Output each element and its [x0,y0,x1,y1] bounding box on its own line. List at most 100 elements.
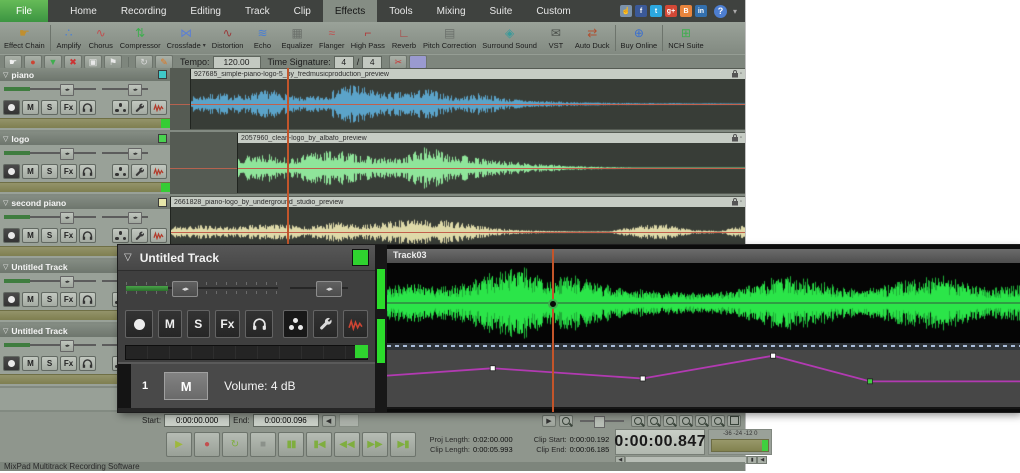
zoom-slider-handle[interactable] [594,415,605,428]
volume-slider-handle[interactable]: ◂▸ [60,340,74,352]
tab-suite[interactable]: Suite [478,0,525,22]
automation-button[interactable] [150,228,167,243]
clip-name-bar[interactable]: Track03 [387,249,1020,263]
auto-duck-button[interactable]: ⇄ Auto Duck [572,22,613,54]
tab-custom[interactable]: Custom [524,0,582,22]
solo-button[interactable]: S [41,228,58,243]
vst-button[interactable]: ✉ VST [540,22,572,54]
automation-line[interactable] [387,354,1020,383]
volume-slider[interactable]: ◂▸ [4,340,96,352]
selection-start-field[interactable]: 0:00:00.000 [164,414,231,427]
collapse-caret-icon[interactable]: ▽ [3,135,8,143]
mute-button[interactable]: M [22,356,39,371]
distortion-button[interactable]: ∿ Distortion [209,22,247,54]
nch-suite-button[interactable]: ⊞ NCH Suite [665,22,706,54]
volume-slider[interactable]: ◂▸ [4,276,96,288]
audio-clip[interactable]: 927685_simple-piano-logo-5_by_fredmusicp… [190,69,745,129]
time-signature-numerator-field[interactable]: 4 [333,55,354,69]
zoom-slider[interactable] [580,415,624,428]
record-arm-button[interactable] [125,310,154,338]
pitch-correction-button[interactable]: ▤ Pitch Correction [420,22,479,54]
flanger-button[interactable]: ≈ Flanger [316,22,348,54]
split-button[interactable]: ✂ [389,55,408,69]
playhead-cursor[interactable] [552,249,554,412]
collapse-caret-icon[interactable]: ▽ [3,71,8,79]
record-arm-button[interactable] [3,292,20,307]
scroll-left-button[interactable]: ◀ [321,414,336,427]
pan-slider[interactable]: ◂▸ [290,281,348,297]
track-settings-button[interactable] [131,100,148,115]
fx-button[interactable]: Fx [214,310,240,338]
volume-slider-handle[interactable]: ◂▸ [60,148,74,160]
mute-button[interactable]: M [158,310,182,338]
monitor-headphones-button[interactable] [79,164,96,179]
fx-button[interactable]: Fx [60,164,77,179]
automation-button[interactable] [150,100,167,115]
record-arm-button[interactable] [3,100,20,115]
collapse-caret-icon[interactable]: ▽ [3,327,8,335]
compressor-button[interactable]: ⇅ Compressor [117,22,164,54]
automation-button[interactable] [150,164,167,179]
zoom-full-button[interactable] [711,414,725,427]
audio-clip[interactable]: 2057960_clean-logo_by_albafo_preview ▫ [237,133,745,193]
track-title-bar[interactable]: ▽ second piano [0,196,170,209]
monitor-headphones-button[interactable] [79,100,96,115]
effect-chain-button[interactable]: ☛ Effect Chain [1,22,48,54]
tab-clip[interactable]: Clip [282,0,323,22]
mute-button[interactable]: M [22,100,39,115]
clip-title-bar[interactable]: 2057960_clean-logo_by_albafo_preview ▫ [238,133,745,143]
zoom-fit-button[interactable] [727,414,741,427]
amplify-button[interactable]: ∴ Amplify [53,22,85,54]
pause-button[interactable]: ▮▮ [278,432,304,457]
mixer-button[interactable] [283,310,309,338]
chorus-button[interactable]: ∿ Chorus [85,22,117,54]
mute-button[interactable]: M [22,164,39,179]
waveform-display[interactable] [387,263,1020,343]
hscroll-right-button[interactable]: ◀ [757,456,768,464]
echo-button[interactable]: ≋ Echo [246,22,278,54]
tab-recording[interactable]: Recording [109,0,179,22]
record-enable-button[interactable]: ● [24,55,42,69]
pan-slider[interactable]: ◂▸ [102,84,148,96]
tab-editing[interactable]: Editing [178,0,233,22]
volume-slider-handle[interactable]: ◂▸ [60,84,74,96]
volume-slider[interactable]: ◂▸ [4,148,96,160]
zoom-in-button[interactable] [631,414,645,427]
thumbs-up-icon[interactable]: ☝ [619,5,632,17]
mute-button[interactable]: M [22,292,39,307]
track-color-swatch[interactable] [352,249,369,266]
clip-title-bar[interactable]: 2661828_piano-logo_by_underground_studio… [171,197,745,207]
timeline-row-1[interactable]: 927685_simple-piano-logo-5_by_fredmusicp… [170,68,745,130]
track-header-1[interactable]: ▽ piano ◂▸ ◂▸ M S Fx [0,68,170,130]
track-title-bar[interactable]: ▽ piano [0,68,170,81]
fx-button[interactable]: Fx [60,100,77,115]
scroll-right-button[interactable]: ▶ [542,414,556,427]
track-settings-button[interactable] [313,310,339,338]
time-signature-denominator-field[interactable]: 4 [362,55,383,69]
mixer-button[interactable] [112,228,129,243]
volume-slider-handle[interactable]: ◂▸ [60,276,74,288]
volume-slider[interactable]: ◂▸ [4,84,96,96]
automation-point[interactable] [770,352,777,359]
pan-slider-handle[interactable]: ◂▸ [316,281,342,297]
pan-slider[interactable]: ◂▸ [102,212,148,224]
fx-button[interactable]: Fx [60,356,77,371]
equalizer-button[interactable]: ▦ Equalizer [278,22,315,54]
blogger-icon[interactable]: B [679,5,692,17]
remove-clip-button[interactable]: ✖ [64,55,82,69]
volume-slider[interactable]: ◂▸ [126,281,278,297]
select-tool-button[interactable]: ☛ [4,55,22,69]
buy-online-button[interactable]: ⊕ Buy Online [618,22,661,54]
swatch-button[interactable] [409,55,428,69]
zoom-out-button[interactable] [647,414,661,427]
pan-slider-handle[interactable]: ◂▸ [128,212,142,224]
track-color-swatch[interactable] [158,134,167,143]
loop-button[interactable]: ↻ [222,432,248,457]
record-button[interactable]: ● [194,432,220,457]
pencil-button[interactable]: ✎ [155,55,173,69]
fx-button[interactable]: Fx [60,292,77,307]
fast-forward-button[interactable]: ▶▶ [362,432,388,457]
inspector-title-bar[interactable]: ▽ Untitled Track [118,245,375,271]
linkedin-icon[interactable]: in [694,5,707,17]
help-icon[interactable]: ? [713,4,727,18]
